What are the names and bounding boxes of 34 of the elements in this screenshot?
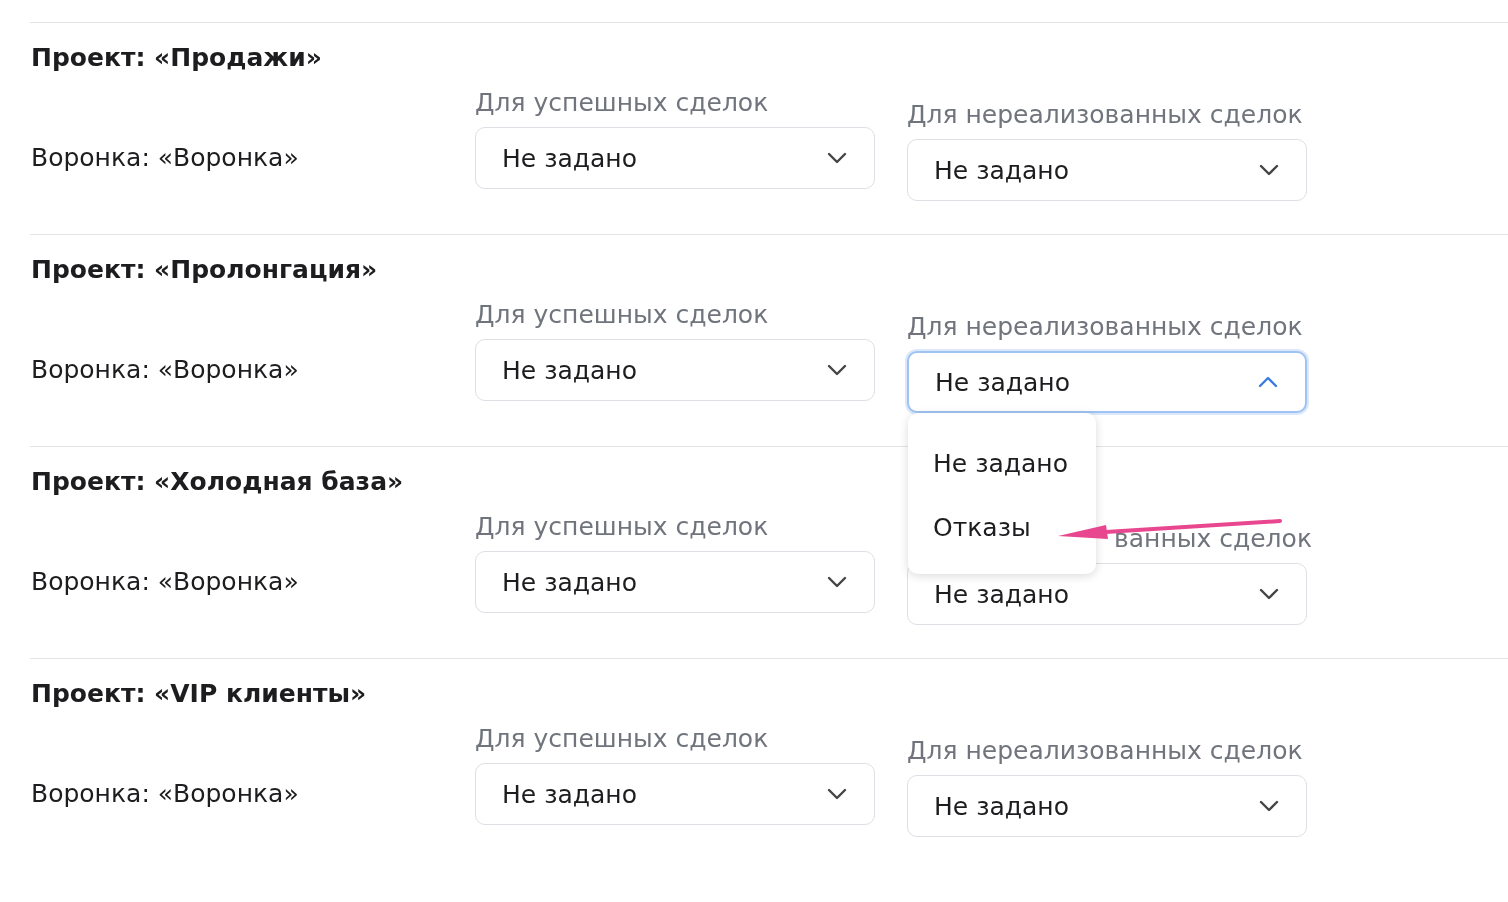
funnel-label: Воронка: «Воронка»: [31, 354, 299, 385]
dropdown-option[interactable]: Не задано: [908, 431, 1096, 495]
dropdown-select[interactable]: Не задано: [907, 139, 1307, 201]
chevron-icon: [826, 151, 848, 165]
funnel-label: Воронка: «Воронка»: [31, 778, 299, 809]
project-title: Проект: «Холодная база»: [31, 467, 404, 497]
field-label: Для успешных сделок: [475, 88, 769, 118]
project-title: Проект: «Пролонгация»: [31, 255, 378, 285]
field-label: ванных сделок: [1114, 527, 1312, 551]
field-label: Для успешных сделок: [475, 724, 769, 754]
dropdown-option[interactable]: Отказы: [908, 495, 1096, 559]
chevron-icon: [826, 787, 848, 801]
dropdown-select[interactable]: Не задано: [475, 763, 875, 825]
funnel-label: Воронка: «Воронка»: [31, 142, 299, 173]
dropdown-select[interactable]: Не задано: [907, 563, 1307, 625]
dropdown-select[interactable]: Не задано: [907, 351, 1307, 413]
chevron-icon: [826, 575, 848, 589]
project-title: Проект: «VIP клиенты»: [31, 679, 367, 709]
chevron-icon: [1258, 587, 1280, 601]
field-label: Для нереализованных сделок: [907, 100, 1303, 130]
chevron-icon: [826, 363, 848, 377]
field-label: Для успешных сделок: [475, 300, 769, 330]
funnel-label: Воронка: «Воронка»: [31, 566, 299, 597]
dropdown-select[interactable]: Не задано: [475, 339, 875, 401]
field-label: Для нереализованных сделок: [907, 312, 1303, 342]
chevron-icon: [1257, 375, 1279, 389]
dropdown-select[interactable]: Не задано: [475, 551, 875, 613]
project-title: Проект: «Продажи»: [31, 43, 322, 73]
chevron-icon: [1258, 163, 1280, 177]
field-label: Для успешных сделок: [475, 512, 769, 542]
chevron-icon: [1258, 799, 1280, 813]
dropdown-select[interactable]: Не задано: [475, 127, 875, 189]
field-label: Для нереализованных сделок: [907, 736, 1303, 766]
dropdown-select[interactable]: Не задано: [907, 775, 1307, 837]
